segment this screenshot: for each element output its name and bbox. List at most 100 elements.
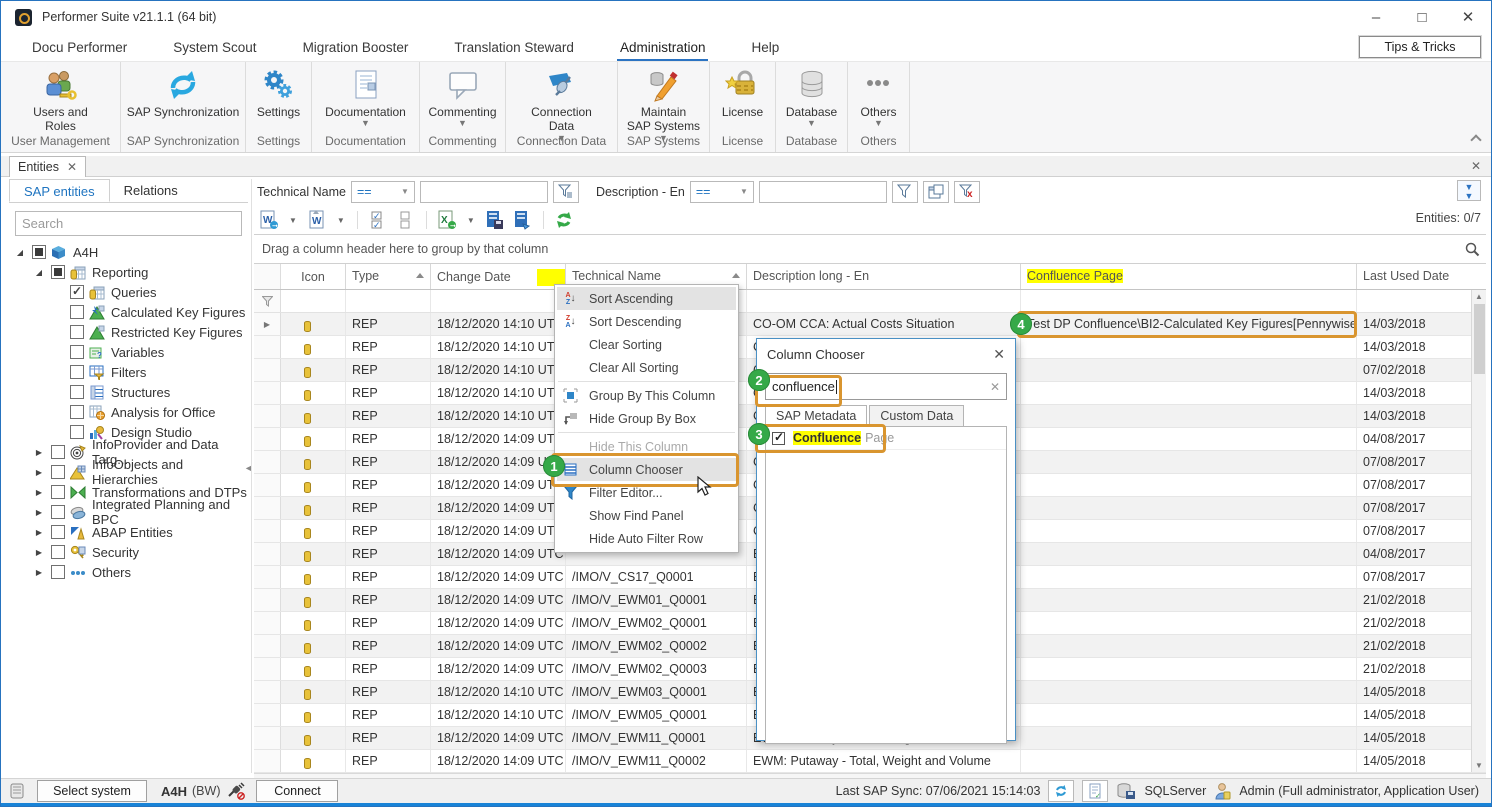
tab-relations[interactable]: Relations: [110, 179, 192, 202]
maximize-button[interactable]: □: [1399, 1, 1445, 33]
tree-checkbox[interactable]: [70, 345, 84, 359]
menu-translation-steward[interactable]: Translation Steward: [439, 35, 589, 60]
tree-item-analysis-for-office[interactable]: Analysis for Office: [9, 402, 248, 422]
column-list-item-confluence-page[interactable]: Confluence Page: [766, 427, 1006, 450]
ribbon-button-others[interactable]: Others▼: [860, 62, 896, 126]
tree-expander-icon[interactable]: ▶: [32, 528, 46, 537]
clear-search-icon[interactable]: ✕: [990, 380, 1000, 394]
sync-refresh-button[interactable]: [1048, 780, 1074, 802]
column-header-confluence-page[interactable]: Confluence Page: [1021, 264, 1357, 289]
tree-item-reporting[interactable]: ◢Reporting: [9, 262, 248, 282]
tab-entities[interactable]: Entities ✕: [9, 156, 86, 177]
tree-search-input[interactable]: Search: [15, 211, 242, 236]
sync-log-button[interactable]: ✓: [1082, 780, 1108, 802]
ribbon-button-database[interactable]: Database▼: [786, 62, 837, 126]
menu-help[interactable]: Help: [736, 35, 794, 60]
tree-checkbox[interactable]: [51, 465, 65, 479]
tree-item-filters[interactable]: Filters: [9, 362, 248, 382]
load-selection-button[interactable]: [511, 208, 535, 232]
auto-filter-row[interactable]: [254, 290, 1486, 313]
context-menu-hide-auto-filter-row[interactable]: Hide Auto Filter Row: [557, 527, 736, 550]
context-menu-clear-sorting[interactable]: Clear Sorting: [557, 333, 736, 356]
ribbon-button-documentation[interactable]: Documentation▼: [325, 62, 406, 126]
tab-sap-entities[interactable]: SAP entities: [9, 179, 110, 202]
tips-and-tricks-button[interactable]: Tips & Tricks: [1359, 36, 1481, 58]
tree-checkbox[interactable]: [51, 565, 65, 579]
connect-button[interactable]: Connect: [256, 780, 338, 802]
tree-checkbox[interactable]: [70, 405, 84, 419]
expand-filters-button[interactable]: ▼▼: [1457, 180, 1481, 201]
minimize-button[interactable]: –: [1353, 1, 1399, 33]
panel-splitter[interactable]: [251, 179, 252, 773]
tree-checkbox[interactable]: [70, 325, 84, 339]
tree-item-security[interactable]: ▶Security: [9, 542, 248, 562]
tree-checkbox[interactable]: [51, 445, 65, 459]
word-template-button[interactable]: W: [305, 208, 329, 232]
scroll-up-icon[interactable]: ▲: [1475, 292, 1483, 301]
context-menu-show-find-panel[interactable]: Show Find Panel: [557, 504, 736, 527]
tab-close-icon[interactable]: ✕: [67, 160, 77, 174]
tree-checkbox[interactable]: [32, 245, 46, 259]
filter-layout-button[interactable]: [923, 181, 949, 203]
tree-item-variables[interactable]: ?Variables: [9, 342, 248, 362]
uncheck-all-button[interactable]: [394, 208, 418, 232]
tab-custom-data[interactable]: Custom Data: [869, 405, 964, 427]
column-header-description[interactable]: Description long - En: [747, 264, 1021, 289]
technical-name-filter-input[interactable]: [420, 181, 548, 203]
tree-expander-icon[interactable]: ◢: [13, 248, 27, 257]
scroll-down-icon[interactable]: ▼: [1475, 761, 1483, 770]
filter-menu-button[interactable]: [553, 181, 579, 203]
save-selection-button[interactable]: [483, 208, 507, 232]
select-system-button[interactable]: Select system: [37, 780, 147, 802]
tree-item-structures[interactable]: Structures: [9, 382, 248, 402]
column-header-type[interactable]: Type: [346, 264, 431, 289]
ribbon-button-sap-synchronization[interactable]: SAP Synchronization: [127, 62, 240, 119]
tree-checkbox[interactable]: [51, 265, 65, 279]
context-menu-hide-group-by-box[interactable]: Hide Group By Box: [557, 407, 736, 430]
grid-vertical-scrollbar[interactable]: ▲ ▼: [1471, 290, 1486, 772]
ribbon-button-users-and-roles[interactable]: Users and Roles: [33, 62, 88, 134]
column-header-icon[interactable]: Icon: [281, 264, 346, 289]
tree-item-others[interactable]: ▶Others: [9, 562, 248, 582]
tree-checkbox[interactable]: [51, 485, 65, 499]
tab-sap-metadata[interactable]: SAP Metadata: [765, 405, 867, 427]
close-button[interactable]: ✕: [1445, 1, 1491, 33]
scrollbar-thumb[interactable]: [1474, 304, 1485, 374]
context-menu-group-by-this-column[interactable]: Group By This Column: [557, 384, 736, 407]
tree-expander-icon[interactable]: ◢: [32, 268, 46, 277]
refresh-button[interactable]: [552, 208, 576, 232]
context-menu-sort-ascending[interactable]: AZ↓Sort Ascending: [557, 287, 736, 310]
description-operator-select[interactable]: ==▼: [690, 181, 754, 203]
menu-administration[interactable]: Administration: [605, 35, 721, 60]
menu-migration-booster[interactable]: Migration Booster: [288, 35, 424, 60]
tree-expander-icon[interactable]: ▶: [32, 508, 46, 517]
tree-item-a4h[interactable]: ◢A4H: [9, 242, 248, 262]
tree-checkbox[interactable]: [51, 525, 65, 539]
tree-expander-icon[interactable]: ▶: [32, 448, 46, 457]
tree-item-restricted-key-figures[interactable]: Restricted Key Figures: [9, 322, 248, 342]
description-filter-input[interactable]: [759, 181, 887, 203]
tree-expander-icon[interactable]: ▶: [32, 568, 46, 577]
tree-checkbox[interactable]: [70, 305, 84, 319]
ribbon-button-license[interactable]: License: [722, 62, 763, 119]
menu-system-scout[interactable]: System Scout: [158, 35, 271, 60]
apply-filter-button[interactable]: [892, 181, 918, 203]
export-excel-button[interactable]: X➞: [435, 208, 459, 232]
tree-item-infoobjects-and-hierarchies[interactable]: ▶InfoObjects and Hierarchies: [9, 462, 248, 482]
confluence-page-checkbox[interactable]: [772, 432, 785, 445]
ribbon-button-maintain-sap-systems[interactable]: Maintain SAP Systems▼: [627, 62, 700, 141]
dialog-close-icon[interactable]: ✕: [993, 346, 1005, 363]
tabstrip-close-icon[interactable]: ✕: [1471, 159, 1481, 173]
clear-filter-button[interactable]: x: [954, 181, 980, 203]
word-template-dropdown-icon[interactable]: ▼: [333, 216, 349, 225]
context-menu-sort-descending[interactable]: ZA↓Sort Descending: [557, 310, 736, 333]
export-excel-dropdown-icon[interactable]: ▼: [463, 216, 479, 225]
tree-checkbox[interactable]: [51, 545, 65, 559]
group-by-panel[interactable]: Drag a column header here to group by th…: [254, 235, 1486, 264]
tree-expander-icon[interactable]: ▶: [32, 488, 46, 497]
ribbon-collapse-icon[interactable]: [1471, 133, 1481, 143]
menu-docu-performer[interactable]: Docu Performer: [17, 35, 142, 60]
tree-checkbox[interactable]: [51, 505, 65, 519]
ribbon-button-settings[interactable]: Settings: [257, 62, 300, 119]
tree-checkbox[interactable]: [70, 425, 84, 439]
